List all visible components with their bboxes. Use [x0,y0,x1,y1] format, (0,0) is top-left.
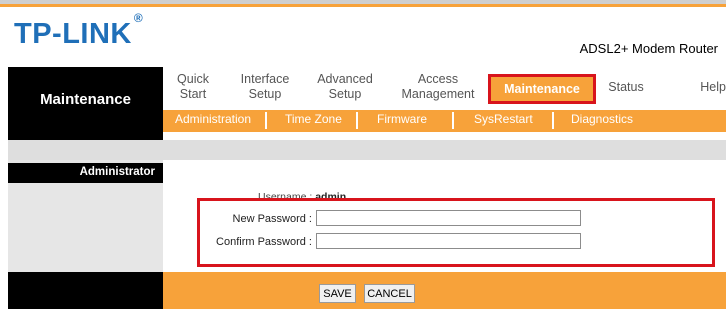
nav-advanced-setup[interactable]: Advanced Setup [306,67,384,107]
subnav-sysrestart[interactable]: SysRestart [474,112,533,126]
maintenance-highlight-box [488,74,596,104]
footer-left-block [8,272,163,309]
subnav-divider [552,112,554,129]
top-accent-line [0,4,726,7]
subnav-firmware[interactable]: Firmware [377,112,427,126]
subnav-time-zone[interactable]: Time Zone [285,112,342,126]
product-name: ADSL2+ Modem Router [579,41,718,56]
password-highlight-box [197,198,715,267]
subnav-diagnostics[interactable]: Diagnostics [571,112,633,126]
footer-bar [163,272,726,309]
subnav-administration[interactable]: Administration [175,112,251,126]
nav-quick-start[interactable]: Quick Start [163,67,223,107]
subnav-divider [265,112,267,129]
save-button[interactable]: SAVE [319,284,356,303]
nav-status[interactable]: Status [600,67,652,107]
section-title: Maintenance [40,91,131,108]
subnav-divider [356,112,358,129]
nav-interface-setup[interactable]: Interface Setup [230,67,300,107]
panel-title: Administrator [79,166,155,178]
subnav-divider [452,112,454,129]
nav-access-management[interactable]: Access Management [392,67,484,107]
spacer-band [8,140,726,160]
cancel-button[interactable]: CANCEL [364,284,415,303]
nav-help[interactable]: Help [678,67,726,107]
tp-link-logo: TP-LINK ® [14,11,144,50]
